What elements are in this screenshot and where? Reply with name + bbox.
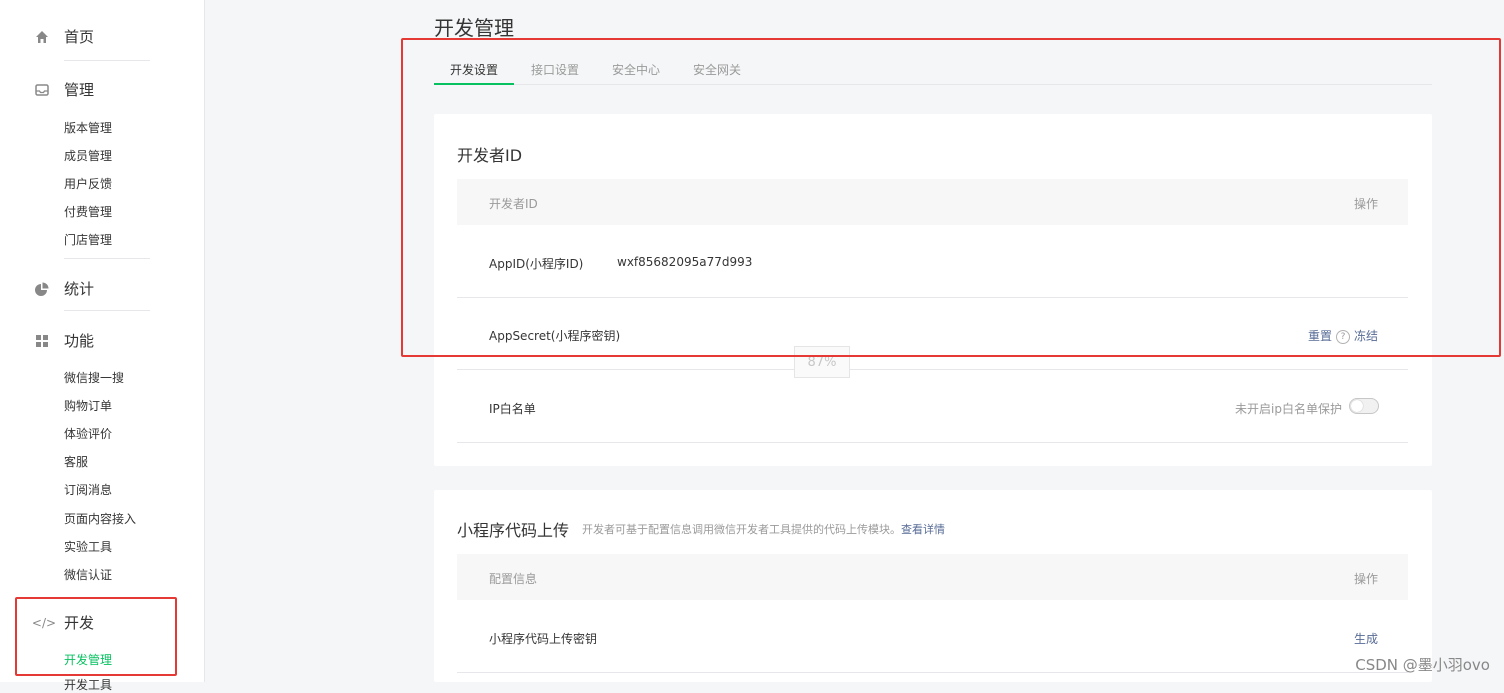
divider [64, 258, 150, 259]
divider [64, 310, 150, 311]
divider [64, 60, 150, 61]
nav-wechat-verify[interactable]: 微信认证 [64, 566, 112, 583]
nav-lab-tools[interactable]: 实验工具 [64, 538, 112, 555]
nav-page-content[interactable]: 页面内容接入 [64, 510, 136, 527]
code-upload-desc: 开发者可基于配置信息调用微信开发者工具提供的代码上传模块。查看详情 [582, 521, 945, 537]
nav-store-manage[interactable]: 门店管理 [64, 231, 112, 248]
pie-chart-icon [34, 281, 50, 297]
watermark: CSDN @墨小羽ovo [1355, 656, 1490, 674]
home-icon [34, 29, 50, 45]
highlight-box-developer-id [401, 38, 1501, 357]
nav-manage[interactable]: 管理 [34, 79, 94, 100]
col-action: 操作 [1353, 572, 1378, 586]
nav-user-feedback[interactable]: 用户反馈 [64, 175, 112, 192]
nav-payment-manage[interactable]: 付费管理 [64, 203, 112, 220]
generate-link[interactable]: 生成 [1354, 632, 1378, 646]
nav-subscribe-messages[interactable]: 订阅消息 [64, 481, 112, 498]
nav-stats[interactable]: 统计 [34, 278, 94, 299]
code-upload-table-header: 配置信息 操作 [457, 554, 1408, 600]
sidebar: 首页 管理 版本管理 成员管理 用户反馈 付费管理 门店管理 统计 功能 微信搜… [0, 0, 205, 692]
code-upload-title: 小程序代码上传 [457, 521, 570, 540]
page-title: 开发管理 [434, 16, 514, 40]
row-divider [457, 672, 1408, 673]
tray-icon [34, 82, 50, 98]
generate-action: 生成 [1354, 630, 1378, 647]
nav-manage-label: 管理 [64, 81, 95, 99]
nav-features-label: 功能 [64, 332, 95, 350]
nav-home[interactable]: 首页 [34, 26, 94, 47]
code-upload-desc-text: 开发者可基于配置信息调用微信开发者工具提供的代码上传模块。 [582, 523, 901, 536]
col-config-info: 配置信息 [489, 572, 538, 586]
ip-whitelist-toggle[interactable] [1349, 398, 1379, 414]
nav-experience-review[interactable]: 体验评价 [64, 425, 112, 442]
nav-customer-service[interactable]: 客服 [64, 453, 88, 470]
nav-stats-label: 统计 [64, 280, 95, 298]
ip-whitelist-status: 未开启ip白名单保护 [1235, 402, 1342, 416]
nav-shopping-orders[interactable]: 购物订单 [64, 397, 112, 414]
nav-member-manage[interactable]: 成员管理 [64, 147, 112, 164]
nav-version-manage[interactable]: 版本管理 [64, 119, 112, 136]
nav-features[interactable]: 功能 [34, 330, 94, 351]
nav-wechat-search[interactable]: 微信搜一搜 [64, 369, 124, 386]
grid-icon [34, 333, 50, 349]
ip-whitelist-label: IP白名单 [489, 402, 536, 416]
highlight-box-dev-nav [15, 597, 177, 676]
nav-home-label: 首页 [64, 28, 95, 46]
row-divider [457, 369, 1408, 370]
view-details-link[interactable]: 查看详情 [901, 523, 945, 536]
nav-dev-tools[interactable]: 开发工具 [64, 676, 112, 693]
upload-key-label: 小程序代码上传密钥 [489, 632, 598, 646]
row-divider [457, 442, 1408, 443]
